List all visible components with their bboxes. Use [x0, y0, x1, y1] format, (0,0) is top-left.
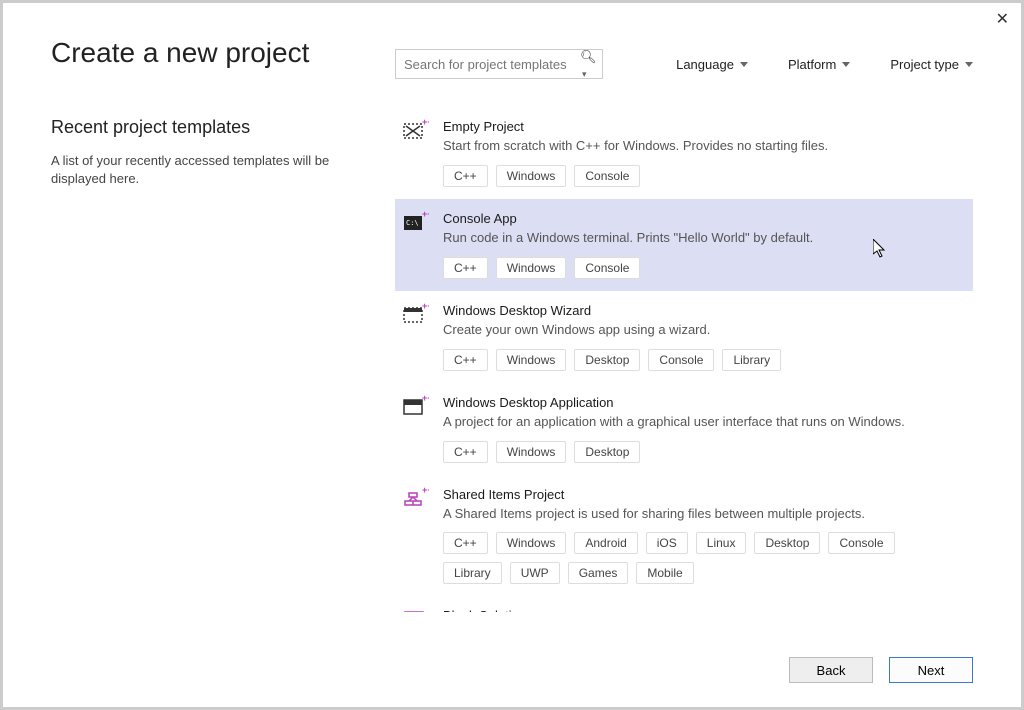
language-filter[interactable]: Language	[676, 57, 748, 72]
template-tags: C++ Windows Android iOS Linux Desktop Console L…	[443, 532, 959, 584]
search-box[interactable]: 🔍︎	[395, 49, 603, 79]
template-item[interactable]: Blank SolutionCreate an empty solution c…	[395, 596, 973, 612]
template-description: Create your own Windows app using a wiza…	[443, 322, 959, 339]
empty-project-icon: ++	[403, 119, 429, 145]
chevron-down-icon	[842, 62, 850, 67]
svg-text:C:\: C:\	[406, 219, 419, 227]
svg-text:++: ++	[422, 119, 429, 127]
search-input[interactable]	[404, 57, 580, 72]
template-tags: C++ Windows Desktop	[443, 441, 959, 463]
template-tag: Console	[574, 165, 640, 187]
template-tag: Desktop	[754, 532, 820, 554]
desktop-project-icon: ++	[403, 395, 429, 421]
template-tag: Android	[574, 532, 637, 554]
template-name: Windows Desktop Application	[443, 395, 959, 410]
template-description: A project for an application with a grap…	[443, 414, 959, 431]
template-tag: iOS	[646, 532, 688, 554]
template-item[interactable]: ++ Shared Items Project A Shared Items pro…	[395, 475, 973, 597]
template-name: Windows Desktop Wizard	[443, 303, 959, 318]
template-name: Blank Solution	[443, 608, 959, 612]
template-name: Shared Items Project	[443, 487, 959, 502]
platform-filter[interactable]: Platform	[788, 57, 850, 72]
template-tag: Windows	[496, 441, 567, 463]
svg-text:++: ++	[422, 487, 429, 495]
template-tag: Windows	[496, 165, 567, 187]
chevron-down-icon	[740, 62, 748, 67]
chevron-down-icon	[965, 62, 973, 67]
template-tag: Games	[568, 562, 629, 584]
template-tag: Desktop	[574, 349, 640, 371]
back-button[interactable]: Back	[789, 657, 873, 683]
search-icon[interactable]: 🔍︎	[580, 49, 597, 80]
template-tag: Mobile	[636, 562, 693, 584]
template-description: Start from scratch with C++ for Windows.…	[443, 138, 959, 155]
template-tag: Library	[443, 562, 502, 584]
project-type-filter[interactable]: Project type	[890, 57, 973, 72]
template-tag: Windows	[496, 532, 567, 554]
template-tag: Desktop	[574, 441, 640, 463]
recent-templates-description: A list of your recently accessed templat…	[51, 152, 371, 188]
recent-templates-heading: Recent project templates	[51, 117, 371, 138]
template-tag: Console	[828, 532, 894, 554]
template-description: Run code in a Windows terminal. Prints "…	[443, 230, 959, 247]
template-tags: C++ Windows Desktop Console Library	[443, 349, 959, 371]
template-tag: C++	[443, 257, 488, 279]
wizard-project-icon: ++	[403, 303, 429, 329]
template-tag: C++	[443, 165, 488, 187]
project-type-filter-label: Project type	[890, 57, 959, 72]
template-name: Console App	[443, 211, 959, 226]
template-item[interactable]: C:\++ Console App Run code in a Windows te…	[395, 199, 973, 291]
template-item[interactable]: ++ Windows Desktop Wizard Create your own …	[395, 291, 973, 383]
template-tag: Linux	[696, 532, 747, 554]
template-tag: C++	[443, 532, 488, 554]
blank-project-icon	[403, 608, 429, 612]
template-tag: Console	[574, 257, 640, 279]
console-project-icon: C:\++	[403, 211, 429, 237]
svg-text:++: ++	[422, 303, 429, 311]
template-list[interactable]: ++ Empty Project Start from scratch with C…	[395, 107, 973, 612]
template-tag: Console	[648, 349, 714, 371]
template-item[interactable]: ++ Windows Desktop Application A project f…	[395, 383, 973, 475]
template-tags: C++ Windows Console	[443, 165, 959, 187]
platform-filter-label: Platform	[788, 57, 836, 72]
template-tag: UWP	[510, 562, 560, 584]
close-button[interactable]: ✕	[996, 9, 1009, 29]
template-tag: Windows	[496, 349, 567, 371]
template-name: Empty Project	[443, 119, 959, 134]
language-filter-label: Language	[676, 57, 734, 72]
page-title: Create a new project	[51, 37, 371, 69]
svg-text:++: ++	[422, 211, 429, 219]
template-tags: C++ Windows Console	[443, 257, 959, 279]
next-button[interactable]: Next	[889, 657, 973, 683]
template-description: A Shared Items project is used for shari…	[443, 506, 959, 523]
template-item[interactable]: ++ Empty Project Start from scratch with C…	[395, 107, 973, 199]
shared-project-icon: ++	[403, 487, 429, 513]
template-tag: Library	[722, 349, 781, 371]
template-tag: C++	[443, 349, 488, 371]
template-tag: Windows	[496, 257, 567, 279]
template-tag: C++	[443, 441, 488, 463]
svg-text:++: ++	[422, 395, 429, 403]
